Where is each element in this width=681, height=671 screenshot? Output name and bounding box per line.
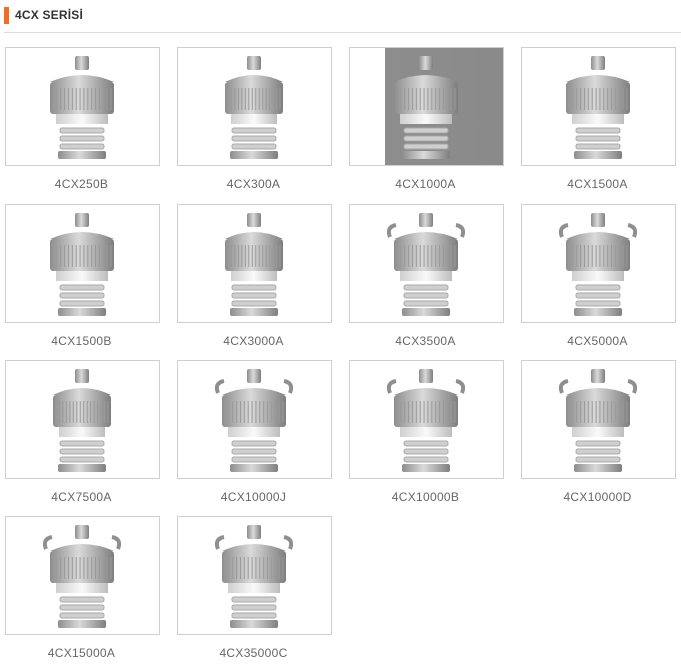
- tube-4cx35000c-icon: [214, 525, 294, 628]
- product-image[interactable]: [349, 204, 504, 323]
- product-image[interactable]: [177, 204, 332, 323]
- tube-4cx1500b-icon: [50, 213, 114, 316]
- tube-4cx250b-icon: [50, 56, 114, 159]
- product-name[interactable]: 4CX10000B: [349, 490, 502, 504]
- product-name[interactable]: 4CX10000J: [177, 490, 330, 504]
- product-card[interactable]: 4CX10000B: [349, 360, 521, 515]
- product-image[interactable]: [177, 360, 332, 479]
- product-name[interactable]: 4CX7500A: [5, 490, 158, 504]
- tube-4cx10000d-icon: [558, 369, 638, 472]
- product-card[interactable]: 4CX3000A: [177, 204, 349, 359]
- tube-4cx10000j-icon: [214, 369, 294, 472]
- tube-4cx3000a-icon: [225, 213, 283, 316]
- product-image[interactable]: [521, 47, 676, 166]
- section-header: 4CX SERİSİ: [0, 0, 681, 34]
- product-name[interactable]: 4CX300A: [177, 177, 330, 191]
- product-card[interactable]: 4CX300A: [177, 47, 349, 202]
- product-image[interactable]: [521, 360, 676, 479]
- product-card[interactable]: 4CX5000A: [521, 204, 681, 359]
- tube-4cx15000a-icon: [42, 525, 122, 628]
- product-name[interactable]: 4CX3000A: [177, 334, 330, 348]
- product-image[interactable]: [177, 516, 332, 635]
- product-card[interactable]: 4CX15000A: [5, 516, 177, 671]
- header-divider: [4, 32, 681, 33]
- product-card[interactable]: 4CX10000D: [521, 360, 681, 515]
- product-image[interactable]: [349, 47, 504, 166]
- product-card[interactable]: 4CX1500B: [5, 204, 177, 359]
- tube-4cx5000a-icon: [558, 213, 638, 316]
- product-name[interactable]: 4CX3500A: [349, 334, 502, 348]
- section-title: 4CX SERİSİ: [15, 8, 84, 22]
- product-card[interactable]: 4CX1500A: [521, 47, 681, 202]
- product-name[interactable]: 4CX1000A: [349, 177, 502, 191]
- product-card[interactable]: 4CX35000C: [177, 516, 349, 671]
- product-card[interactable]: 4CX1000A: [349, 47, 521, 202]
- product-name[interactable]: 4CX35000C: [177, 646, 330, 660]
- product-name[interactable]: 4CX250B: [5, 177, 158, 191]
- product-card[interactable]: 4CX250B: [5, 47, 177, 202]
- product-image[interactable]: [349, 360, 504, 479]
- tube-4cx300a-icon: [225, 56, 283, 159]
- product-name[interactable]: 4CX1500B: [5, 334, 158, 348]
- tube-4cx1000a-icon: [394, 56, 458, 159]
- product-name[interactable]: 4CX10000D: [521, 490, 674, 504]
- product-name[interactable]: 4CX15000A: [5, 646, 158, 660]
- product-name[interactable]: 4CX1500A: [521, 177, 674, 191]
- tube-4cx10000b-icon: [386, 369, 466, 472]
- product-image[interactable]: [5, 204, 160, 323]
- product-card[interactable]: 4CX3500A: [349, 204, 521, 359]
- tube-4cx7500a-icon: [53, 369, 111, 472]
- product-image[interactable]: [5, 360, 160, 479]
- product-card[interactable]: 4CX7500A: [5, 360, 177, 515]
- tube-4cx3500a-icon: [386, 213, 466, 316]
- product-image[interactable]: [177, 47, 332, 166]
- accent-bar: [4, 7, 9, 24]
- tube-4cx1500a-icon: [566, 56, 630, 159]
- product-name[interactable]: 4CX5000A: [521, 334, 674, 348]
- product-image[interactable]: [521, 204, 676, 323]
- product-card[interactable]: 4CX10000J: [177, 360, 349, 515]
- product-image[interactable]: [5, 47, 160, 166]
- product-image[interactable]: [5, 516, 160, 635]
